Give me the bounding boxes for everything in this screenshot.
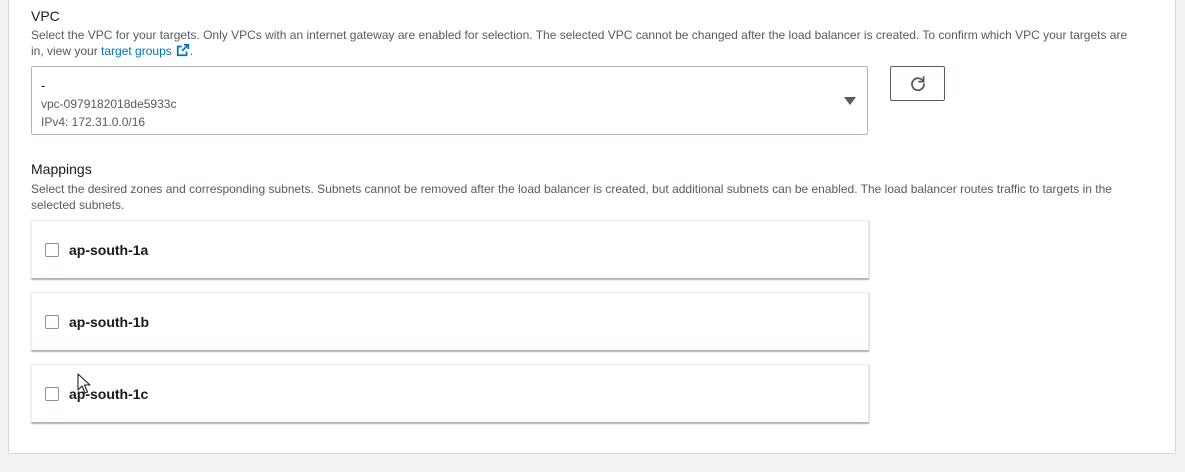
mappings-title: Mappings [31, 161, 92, 177]
vpc-selected-name: - [41, 78, 46, 93]
network-mapping-panel: VPC Select the VPC for your targets. Onl… [8, 0, 1176, 454]
vpc-selected-id: vpc-0979182018de5933c [41, 97, 177, 111]
target-groups-link[interactable]: target groups [101, 43, 190, 58]
zone-label[interactable]: ap-south-1a [69, 241, 148, 259]
zone-card-ap-south-1b[interactable]: ap-south-1b [31, 292, 869, 351]
mouse-cursor-icon [77, 373, 91, 394]
zone-checkbox[interactable] [45, 243, 59, 257]
vpc-selected-cidr: IPv4: 172.31.0.0/16 [41, 115, 146, 129]
zone-checkbox[interactable] [45, 387, 59, 401]
caret-down-icon [844, 97, 856, 105]
vpc-description-text: Select the VPC for your targets. Only VP… [31, 28, 1128, 58]
vpc-description-end: . [189, 44, 194, 58]
refresh-icon [910, 75, 925, 91]
refresh-button[interactable] [890, 66, 945, 101]
vpc-description: Select the VPC for your targets. Only VP… [31, 27, 1141, 59]
zone-checkbox[interactable] [45, 315, 59, 329]
zone-card-ap-south-1c[interactable]: ap-south-1c [31, 364, 869, 423]
mappings-description: Select the desired zones and correspondi… [31, 182, 1112, 212]
zone-card-ap-south-1a[interactable]: ap-south-1a [31, 220, 869, 279]
zone-label[interactable]: ap-south-1b [69, 313, 149, 331]
target-groups-link-text[interactable]: target groups [101, 44, 172, 58]
external-link-icon[interactable] [176, 43, 190, 57]
vpc-title: VPC [31, 8, 60, 24]
vpc-select[interactable]: - vpc-0979182018de5933c IPv4: 172.31.0.0… [31, 66, 868, 135]
